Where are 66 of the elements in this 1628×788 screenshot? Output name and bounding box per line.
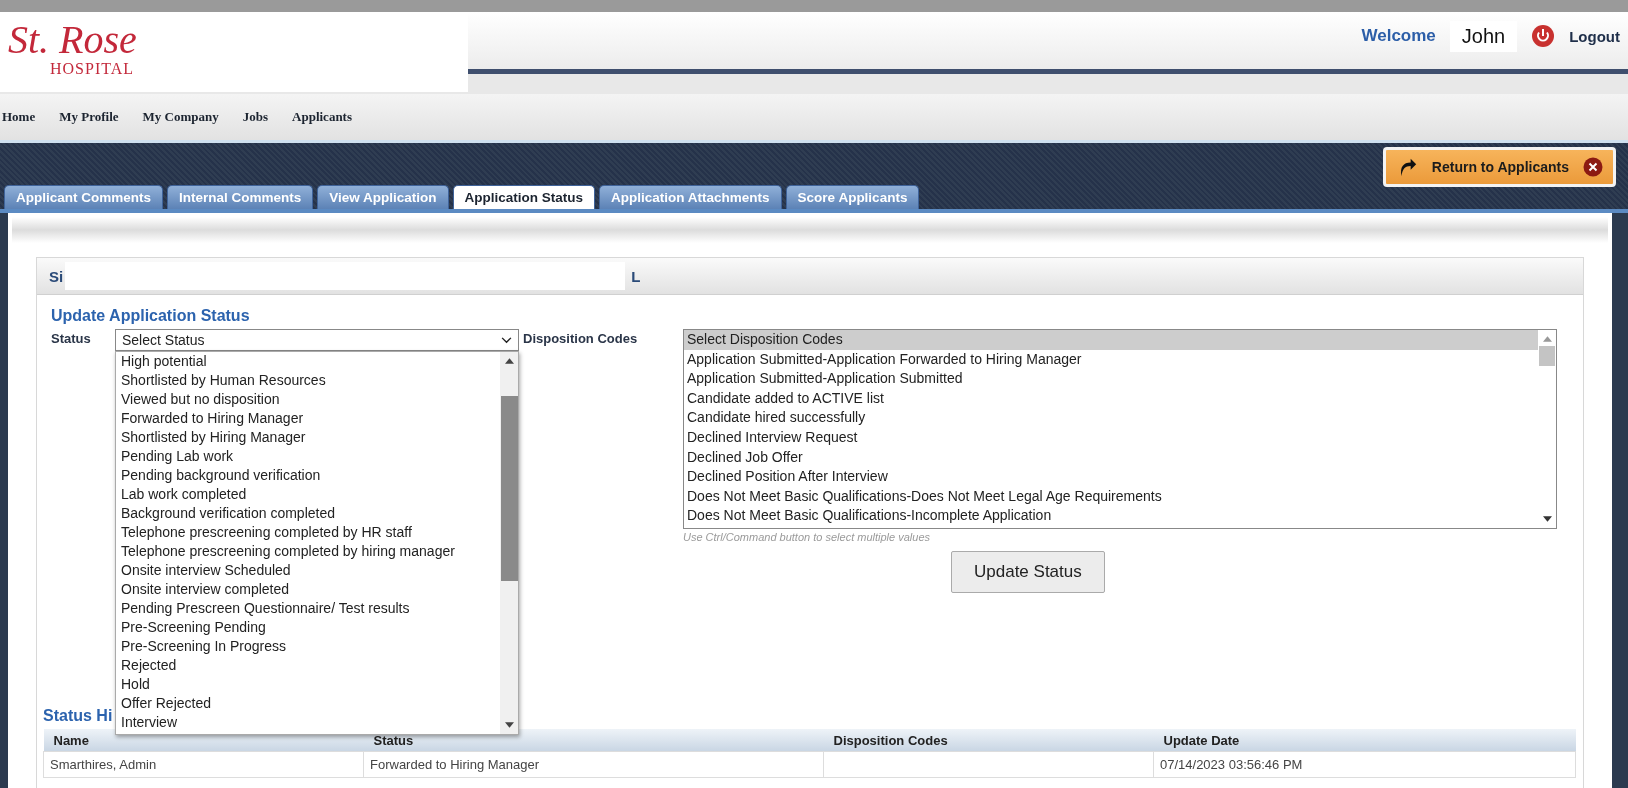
table-cell: Forwarded to Hiring Manager	[370, 757, 540, 772]
dropdown-option[interactable]: Onsite interview completed	[121, 580, 500, 599]
nav-link[interactable]: Home	[2, 109, 36, 125]
column-header: Status	[363, 729, 824, 752]
dropdown-option[interactable]: Pending Prescreen Questionnaire/ Test results	[121, 599, 500, 618]
dropdown-option[interactable]: Hold	[121, 675, 500, 694]
dropdown-option[interactable]: Offer Rejected	[121, 694, 500, 713]
dropdown-option[interactable]: Telephone prescreening completed by HR staff	[121, 523, 500, 542]
panel-title-end: L	[631, 267, 641, 285]
dropdown-option[interactable]: Lab work completed	[121, 485, 500, 504]
dropdown-option[interactable]: High potential	[121, 352, 500, 371]
dropdown-option[interactable]: Pre-Screening Pending	[121, 618, 500, 637]
table-cell: Smarthires, Admin	[50, 757, 157, 772]
scroll-up-icon[interactable]	[504, 358, 514, 364]
dropdown-option[interactable]: Viewed but no disposition	[121, 390, 500, 409]
welcome-text: Welcome	[1361, 26, 1436, 46]
scroll-down-icon[interactable]	[1542, 516, 1552, 522]
nav-link[interactable]: My Profile	[59, 109, 119, 125]
disposition-option[interactable]: Declined Interview Request	[684, 427, 1538, 448]
column-header: Disposition Codes	[823, 729, 1154, 752]
disposition-option[interactable]: Does Not Meet Basic Qualifications-Incomplete Application	[684, 506, 1538, 526]
chevron-down-icon	[501, 336, 512, 344]
disposition-option[interactable]: Application Submitted-Application Submitted	[684, 369, 1538, 389]
update-status-button[interactable]: Update Status	[951, 551, 1105, 593]
disposition-label: Disposition Codes	[523, 330, 639, 346]
panel-title-start: Si	[49, 267, 64, 285]
nav-link[interactable]: Applicants	[292, 109, 352, 125]
table-cell: 07/14/2023 03:56:46 PM	[1160, 757, 1303, 772]
disposition-listbox[interactable]	[683, 329, 1557, 529]
dropdown-option[interactable]: Background verification completed	[121, 504, 500, 523]
column-header: Update Date	[1153, 729, 1576, 752]
disposition-option[interactable]: Candidate added to ACTIVE list	[684, 388, 1538, 409]
status-label: Status	[51, 330, 92, 346]
logout-link[interactable]: Logout	[1569, 27, 1620, 45]
disposition-option[interactable]: Application Submitted-Application Forwarded to Hiring Manager	[684, 349, 1538, 370]
disposition-option[interactable]: Declined Position After Interview	[684, 467, 1538, 487]
logo-subtitle: HOSPITAL	[50, 60, 136, 78]
dropdown-option[interactable]: Telephone prescreening completed by hiring manager	[121, 542, 500, 561]
status-select[interactable]: Select Status	[115, 329, 519, 351]
section-title: Update Application Status	[51, 307, 250, 325]
dropdown-option[interactable]: Forwarded to Hiring Manager	[121, 409, 500, 428]
disposition-option[interactable]: Declined Job Offer	[684, 447, 1538, 468]
dropdown-option[interactable]: Rejected	[121, 656, 500, 675]
return-button[interactable]: Return to Applicants	[1382, 147, 1616, 187]
disposition-option[interactable]: Candidate hired successfully	[684, 408, 1538, 428]
disposition-option[interactable]: Select Disposition Codes	[684, 330, 1538, 350]
dropdown-option[interactable]: Shortlisted by Human Resources	[121, 371, 500, 390]
logo-name: St. Rose	[8, 20, 138, 60]
nav-link[interactable]: My Company	[142, 109, 219, 125]
dropdown-option[interactable]: Onsite interview Scheduled	[121, 561, 500, 580]
nav-link[interactable]: Jobs	[242, 109, 269, 125]
hint-text: Use Ctrl/Command button to select multiple values	[683, 531, 930, 543]
scrollbar[interactable]	[500, 352, 518, 734]
power-icon[interactable]	[1531, 24, 1556, 48]
tab[interactable]: Application Status	[452, 185, 596, 209]
scrollbar-thumb[interactable]	[1539, 346, 1555, 366]
close-icon[interactable]	[1583, 157, 1603, 177]
dropdown-option[interactable]: Shortlisted by Hiring Manager	[121, 428, 500, 447]
section-title: Status Hi	[43, 707, 113, 725]
dropdown-option[interactable]: Pending Lab work	[121, 447, 500, 466]
dropdown-option[interactable]: Pending background verification	[121, 466, 500, 485]
dropdown-option[interactable]: Interview	[121, 713, 500, 732]
user-name: John	[1449, 20, 1518, 52]
scrollbar-thumb[interactable]	[500, 395, 518, 581]
disposition-option[interactable]: Does Not Meet Basic Qualifications-Does Not Meet Legal Age Requirements	[684, 486, 1538, 507]
dropdown-option[interactable]: Pre-Screening In Progress	[121, 637, 500, 656]
